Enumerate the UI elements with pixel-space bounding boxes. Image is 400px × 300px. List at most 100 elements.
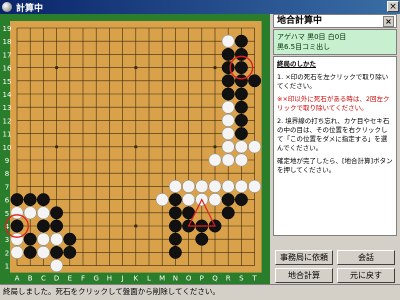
- star-point: [134, 66, 138, 70]
- panel-title: 地合計算中 ×: [273, 14, 397, 28]
- black-stone: [195, 232, 209, 246]
- row-label: 11: [3, 131, 12, 139]
- help-item-1: 1. ×印の死石を左クリックで取り除いてください。: [277, 73, 389, 90]
- black-stone: [23, 245, 37, 259]
- white-stone: [234, 153, 248, 167]
- black-stone: [221, 87, 235, 101]
- window-title: 計算中: [16, 4, 44, 14]
- go-board[interactable]: 19181716151413121110987654321A B C D E F G H J K L…: [0, 14, 270, 284]
- black-stone: [36, 193, 50, 207]
- side-panel: 地合計算中 × アゲハマ 黒0目 白0目 黒6.5目コミ出し 終局のしかた 1.…: [270, 14, 400, 284]
- black-stone: [234, 100, 248, 114]
- black-stone: [10, 219, 24, 233]
- column-label: K: [134, 275, 139, 283]
- column-label: R: [226, 275, 231, 283]
- white-stone: [182, 179, 196, 193]
- window-close-button[interactable]: ×: [387, 1, 399, 12]
- panel-title-text: 地合計算中: [277, 16, 323, 26]
- row-label: 12: [3, 117, 12, 125]
- black-stone: [248, 74, 262, 88]
- black-stone: [221, 47, 235, 61]
- row-label: 5: [5, 210, 9, 218]
- star-point: [134, 145, 138, 149]
- black-stone: [234, 74, 248, 88]
- white-stone: [36, 232, 50, 246]
- row-label: 18: [3, 38, 12, 46]
- column-label: G: [93, 275, 98, 283]
- status-bar: 終局しました。死石をクリックして盤面から削除してください。: [0, 284, 400, 300]
- white-stone: [10, 232, 24, 246]
- black-stone: [221, 61, 235, 75]
- black-stone: [234, 113, 248, 127]
- white-stone: [182, 193, 196, 207]
- black-stone: [168, 193, 182, 207]
- black-stone: [50, 245, 64, 259]
- row-label: 19: [3, 25, 12, 33]
- row-label: 7: [5, 183, 9, 191]
- black-stone: [10, 193, 24, 207]
- white-stone: [50, 232, 64, 246]
- chat-button[interactable]: 会話: [337, 250, 395, 265]
- column-label: A: [15, 275, 20, 283]
- row-label: 1: [5, 263, 9, 271]
- white-stone: [221, 153, 235, 167]
- help-text-box: 終局のしかた 1. ×印の死石を左クリックで取り除いてください。 ※×印以外に死…: [273, 56, 397, 236]
- white-stone: [234, 179, 248, 193]
- black-stone: [234, 87, 248, 101]
- column-label: H: [107, 275, 112, 283]
- row-label: 3: [5, 236, 9, 244]
- column-label: M: [159, 275, 165, 283]
- white-stone: [221, 100, 235, 114]
- star-point: [55, 66, 59, 70]
- black-stone: [234, 193, 248, 207]
- star-point: [55, 145, 59, 149]
- white-stone: [208, 153, 222, 167]
- black-stone: [23, 193, 37, 207]
- black-stone: [234, 34, 248, 48]
- row-label: 6: [5, 197, 10, 205]
- komi-text: 黒6.5目コミ出し: [277, 43, 331, 51]
- status-text: 終局しました。死石をクリックして盤面から削除してください。: [3, 287, 220, 296]
- column-label: F: [81, 275, 85, 283]
- white-stone: [248, 140, 262, 154]
- column-label: B: [28, 275, 33, 283]
- black-stone: [168, 232, 182, 246]
- column-label: N: [173, 275, 178, 283]
- help-heading: 終局のしかた: [277, 60, 316, 68]
- row-label: 2: [5, 249, 9, 257]
- column-label: E: [68, 275, 72, 283]
- column-label: S: [239, 275, 244, 283]
- black-stone: [36, 219, 50, 233]
- black-stone: [50, 219, 64, 233]
- white-stone: [221, 113, 235, 127]
- undo-button[interactable]: 元に戻す: [337, 268, 395, 283]
- row-label: 8: [5, 170, 9, 178]
- row-label: 14: [3, 91, 12, 99]
- column-label: P: [200, 275, 204, 283]
- captures-text: アゲハマ 黒0目 白0目: [277, 33, 347, 41]
- calculate-territory-button[interactable]: 地合計算: [275, 268, 333, 283]
- star-point: [134, 224, 138, 228]
- black-stone: [63, 245, 77, 259]
- white-stone: [195, 179, 209, 193]
- row-label: 17: [3, 51, 12, 59]
- black-stone: [234, 47, 248, 61]
- white-stone: [50, 259, 64, 273]
- row-label: 10: [3, 144, 12, 152]
- white-stone: [168, 179, 182, 193]
- black-stone: [63, 232, 77, 246]
- black-stone: [50, 206, 64, 220]
- black-stone: [168, 245, 182, 259]
- column-label: J: [121, 275, 124, 283]
- panel-close-icon[interactable]: ×: [383, 16, 394, 27]
- black-stone: [23, 232, 37, 246]
- help-item-3: 確定地が完了したら、[地合計算]ボタンを押してください。: [277, 157, 393, 174]
- white-stone: [208, 179, 222, 193]
- black-stone: [221, 193, 235, 207]
- white-stone: [155, 193, 169, 207]
- star-point: [213, 66, 217, 70]
- office-request-button[interactable]: 事務局に依頼: [275, 250, 333, 265]
- black-stone: [234, 127, 248, 141]
- column-label: C: [41, 275, 46, 283]
- score-info: アゲハマ 黒0目 白0目 黒6.5目コミ出し: [273, 29, 397, 55]
